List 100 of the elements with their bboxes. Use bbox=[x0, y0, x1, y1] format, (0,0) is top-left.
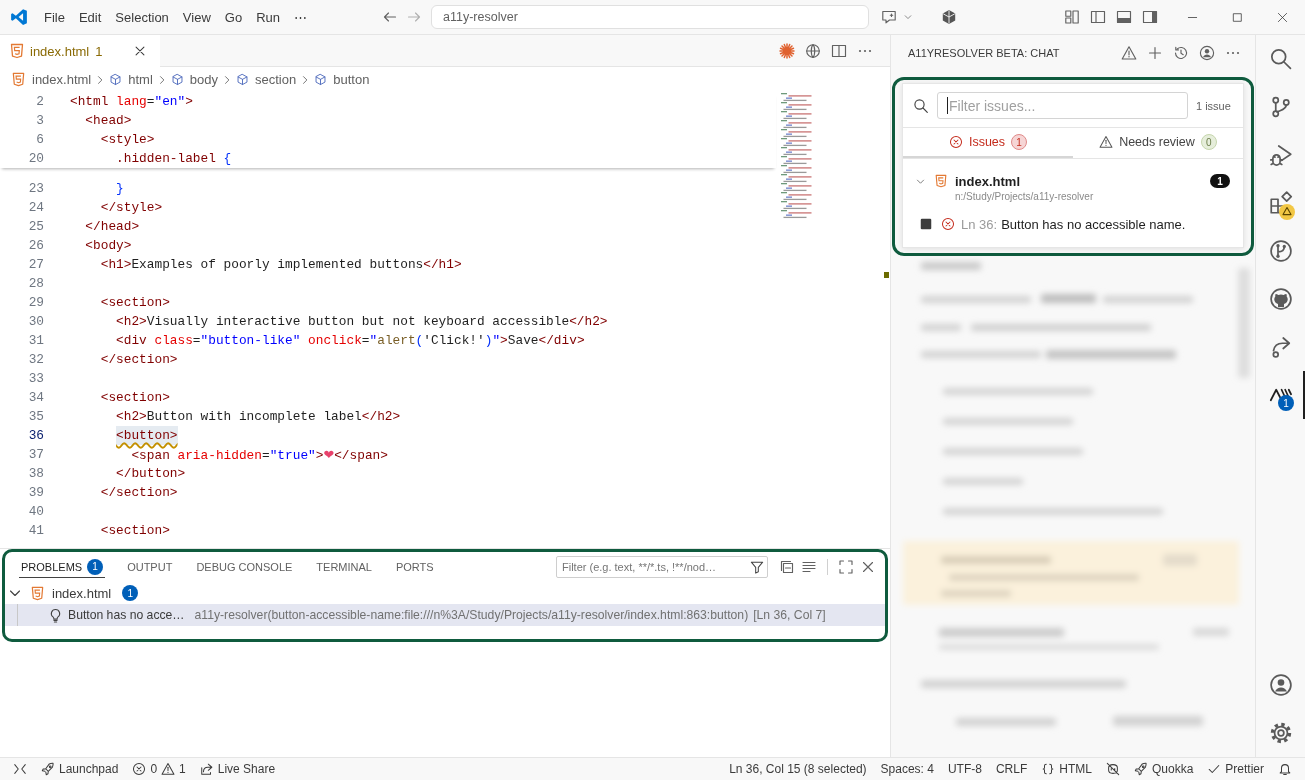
count-badge: 1 bbox=[1210, 174, 1230, 188]
panel-tab[interactable]: PROBLEMS 1 bbox=[19, 556, 106, 578]
code-line: <h2>Button with incomplete label</h2> bbox=[116, 408, 401, 426]
menu-item[interactable]: File bbox=[37, 6, 72, 28]
warning-icon[interactable] bbox=[1121, 44, 1137, 61]
warning-icon bbox=[161, 762, 176, 776]
cube-icon bbox=[236, 73, 249, 86]
menu-item[interactable]: View bbox=[175, 6, 218, 28]
breadcrumb-item[interactable]: index.html bbox=[11, 72, 92, 87]
breadcrumb-item[interactable]: html bbox=[109, 72, 153, 87]
menu-item[interactable]: Go bbox=[217, 6, 250, 28]
code-line: <section> bbox=[100, 294, 170, 312]
tab[interactable]: Issues 1 bbox=[903, 128, 1073, 158]
line-number: 6 bbox=[35, 131, 44, 149]
app-logo-icon[interactable] bbox=[10, 8, 28, 26]
play-bug-icon bbox=[1268, 143, 1293, 167]
status-bar-item[interactable]: Spaces: 4 bbox=[873, 758, 941, 780]
line-number: 38 bbox=[27, 465, 44, 483]
status-bar-item[interactable]: HTML bbox=[1034, 758, 1099, 780]
status-bar-item[interactable]: Live Share bbox=[192, 758, 283, 780]
panel-tab[interactable]: DEBUG CONSOLE bbox=[194, 556, 295, 578]
issue-message[interactable]: Button has no accessible name. bbox=[1001, 216, 1186, 232]
menu-item[interactable]: Edit bbox=[71, 6, 109, 28]
sidebar-left-icon[interactable] bbox=[1090, 9, 1106, 25]
problem-source: a11y-resolver(button-accessible-name:file:///n%3A/Study/Projects/a11y-resolver/index.html:863:button) bbox=[194, 608, 749, 622]
panel-tab[interactable]: OUTPUT bbox=[125, 556, 175, 578]
list-icon[interactable] bbox=[801, 559, 817, 575]
panel-tab[interactable]: TERMINAL bbox=[314, 556, 374, 578]
error-icon bbox=[941, 217, 955, 231]
sidebar-right-icon[interactable] bbox=[1142, 9, 1158, 25]
line-number: 40 bbox=[27, 503, 44, 521]
status-bar-item[interactable]: UTF-8 bbox=[940, 758, 989, 780]
line-number: 41 bbox=[27, 522, 44, 540]
search-icon bbox=[1268, 47, 1293, 71]
activity-bar-item[interactable]: 1 bbox=[1256, 371, 1305, 419]
status-bar-item[interactable]: 0 1 bbox=[125, 758, 193, 780]
cat-face-icon bbox=[1268, 287, 1293, 311]
bell-icon bbox=[1278, 762, 1292, 776]
line-number: 26 bbox=[27, 237, 44, 255]
error-icon bbox=[948, 135, 963, 149]
status-bar-item[interactable]: Launchpad bbox=[34, 758, 126, 780]
account-icon bbox=[1268, 673, 1293, 697]
code-line: <style> bbox=[100, 131, 155, 149]
breadcrumb-item[interactable]: button bbox=[314, 72, 370, 87]
filter-field[interactable]: Filter issues... bbox=[937, 92, 1188, 119]
globe-icon[interactable] bbox=[805, 42, 821, 59]
line-number: 23 bbox=[27, 180, 44, 198]
chat-icon[interactable] bbox=[881, 9, 897, 25]
code-line: <section> bbox=[100, 522, 170, 540]
maximize-icon[interactable] bbox=[1232, 11, 1243, 23]
text-cursor bbox=[947, 97, 948, 114]
square-icon[interactable] bbox=[920, 218, 932, 230]
code-line: <div class="button-like" onclick="alert('Click!')">Save</div> bbox=[116, 332, 585, 350]
count-badge: 0 bbox=[1200, 134, 1217, 150]
file-name[interactable]: index.html bbox=[955, 173, 1020, 189]
layout-icon[interactable] bbox=[1064, 9, 1080, 25]
menu-item[interactable]: ⋯ bbox=[287, 6, 314, 28]
close-icon[interactable] bbox=[860, 559, 876, 575]
breadcrumb-item[interactable]: section bbox=[236, 72, 297, 87]
cube-icon bbox=[314, 73, 328, 86]
share-icon bbox=[199, 762, 214, 776]
menu-item[interactable]: Run bbox=[249, 6, 287, 28]
starburst-icon[interactable] bbox=[779, 42, 795, 59]
tab[interactable]: Needs review 0 bbox=[1073, 128, 1243, 158]
account-icon[interactable] bbox=[1199, 44, 1215, 61]
count-badge: 1 bbox=[87, 558, 104, 575]
command-center[interactable]: a11y-resolver bbox=[431, 5, 869, 29]
status-bar-item[interactable]: Ln 36, Col 15 (8 selected) bbox=[722, 758, 874, 780]
code-line: } bbox=[116, 180, 124, 198]
problem-message: Button has no acce… bbox=[68, 608, 185, 622]
split-editor-icon[interactable] bbox=[831, 42, 847, 59]
status-bar-item[interactable]: Quokka bbox=[1126, 758, 1201, 780]
filter-icon[interactable] bbox=[750, 560, 764, 574]
hexagon-icon[interactable] bbox=[941, 9, 957, 25]
close-icon[interactable] bbox=[133, 44, 147, 58]
problem-row[interactable]: Button has no acce… a11y-resolver(button-accessible-name:file:///n%3A/Study/Projects/a11y-resolver/index.html:863:button) [Ln 36, Col 7] bbox=[5, 604, 885, 626]
code-line: </section> bbox=[100, 351, 178, 369]
line-number: 29 bbox=[27, 294, 44, 312]
line-number: 36 bbox=[27, 427, 44, 445]
line-number: 32 bbox=[27, 351, 44, 369]
line-number: 27 bbox=[27, 256, 44, 274]
filter-field[interactable]: Filter (e.g. text, **/*.ts, !**/nod… bbox=[556, 556, 768, 578]
breadcrumb-item[interactable]: body bbox=[170, 72, 218, 87]
status-bar-item[interactable]: CRLF bbox=[988, 758, 1035, 780]
arrow-left-icon[interactable] bbox=[382, 9, 398, 25]
rocket-icon bbox=[41, 762, 55, 776]
status-bar-item[interactable]: Prettier bbox=[1200, 758, 1271, 780]
close-icon[interactable] bbox=[1277, 11, 1288, 23]
editor-tab[interactable]: index.html 1 bbox=[0, 35, 160, 67]
warning-icon bbox=[1099, 135, 1114, 149]
line-number: 28 bbox=[27, 275, 44, 293]
file-name[interactable]: index.html bbox=[52, 585, 112, 601]
menu-item[interactable]: Selection bbox=[108, 6, 176, 28]
panel-bottom-icon[interactable] bbox=[1116, 9, 1132, 25]
line-number: 35 bbox=[27, 408, 44, 426]
history-icon[interactable] bbox=[1173, 44, 1189, 61]
code-line: <h2>Visually interactive button but not keyboard accessible</h2> bbox=[116, 313, 608, 331]
panel-tab[interactable]: PORTS bbox=[393, 556, 436, 578]
collapse-all-icon[interactable] bbox=[779, 559, 795, 575]
lightbulb-icon[interactable] bbox=[48, 607, 63, 623]
